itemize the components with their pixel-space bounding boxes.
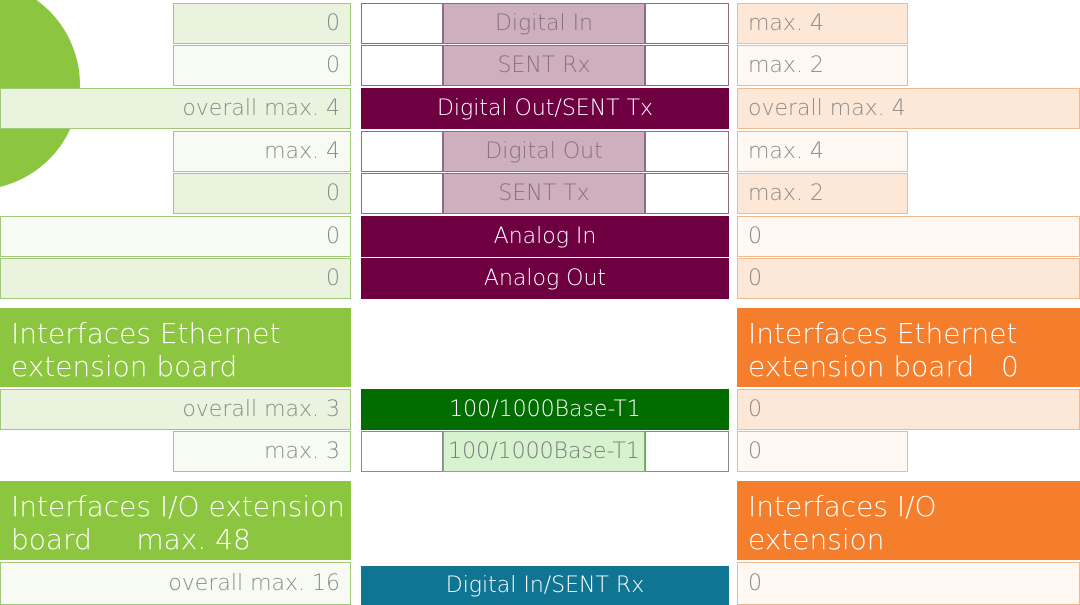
right-value-digital-in: max. 4 <box>737 3 908 44</box>
mid-label-sent-rx: SENT Rx <box>443 45 645 86</box>
mid-label-digital-out-sent-tx: Digital Out/SENT Tx <box>361 88 729 129</box>
mid-spacer-left <box>361 131 443 172</box>
mid-spacer-right <box>645 3 729 44</box>
mid-spacer-right <box>645 431 729 472</box>
left-value-sent-rx: 0 <box>173 45 351 86</box>
mid-spacer-left <box>361 431 443 472</box>
io-left-overall: overall max. 16 <box>0 562 351 605</box>
io-right-value: 0 <box>737 562 1080 605</box>
mid-label-analog-out: Analog Out <box>361 258 729 299</box>
mid-spacer-right <box>645 131 729 172</box>
mid-spacer-left <box>361 45 443 86</box>
mid-spacer-left <box>361 3 443 44</box>
left-value-digital-out-sent-tx: overall max. 4 <box>0 88 351 129</box>
left-value-digital-out: max. 4 <box>173 131 351 172</box>
io-mid-label: Digital In/SENT Rx <box>361 566 729 605</box>
right-value-analog-out: 0 <box>737 258 1080 299</box>
left-value-sent-tx: 0 <box>173 173 351 214</box>
mid-spacer-right <box>645 45 729 86</box>
ethernet-header-right: Interfaces Ethernet extension board 0 <box>737 308 1080 387</box>
ethernet-mid-sublabel: 100/1000Base-T1 <box>443 431 645 472</box>
ethernet-header-left: Interfaces Ethernet extension board max.… <box>0 308 351 416</box>
mid-label-sent-tx: SENT Tx <box>443 173 645 214</box>
mid-spacer-left <box>361 173 443 214</box>
right-value-sent-tx: max. 2 <box>737 173 908 214</box>
left-value-analog-in: 0 <box>0 216 351 257</box>
mid-label-digital-out: Digital Out <box>443 131 645 172</box>
io-header-right: Interfaces I/O extension board 0 <box>737 481 1080 589</box>
mid-label-analog-in: Analog In <box>361 216 729 257</box>
ethernet-left-overall: overall max. 3 <box>0 389 351 430</box>
right-value-digital-out: max. 4 <box>737 131 908 172</box>
ethernet-right-value: 0 <box>737 431 908 472</box>
left-value-analog-out: 0 <box>0 258 351 299</box>
left-value-digital-in: 0 <box>173 3 351 44</box>
ethernet-left-value: max. 3 <box>173 431 351 472</box>
io-header-left: Interfaces I/O extension board max. 48 <box>0 481 351 560</box>
right-value-analog-in: 0 <box>737 216 1080 257</box>
mid-label-digital-in: Digital In <box>443 3 645 44</box>
mid-spacer-right <box>645 173 729 214</box>
ethernet-mid-label: 100/1000Base-T1 <box>361 389 729 430</box>
ethernet-right-overall: 0 <box>737 389 1080 430</box>
right-value-digital-out-sent-tx: overall max. 4 <box>737 88 1080 129</box>
right-value-sent-rx: max. 2 <box>737 45 908 86</box>
